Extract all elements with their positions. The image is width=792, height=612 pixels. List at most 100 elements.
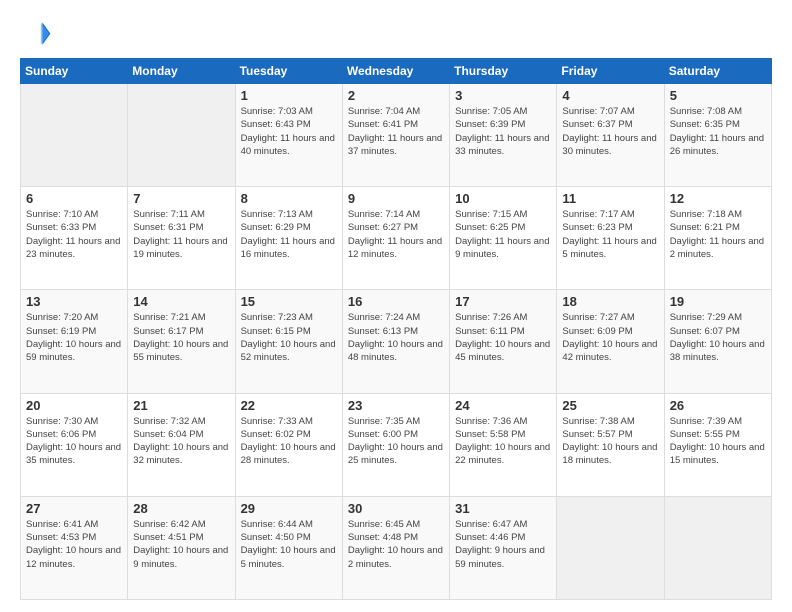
day-number: 26 xyxy=(670,398,766,413)
day-info: Sunrise: 7:13 AM Sunset: 6:29 PM Dayligh… xyxy=(241,208,337,261)
logo-icon xyxy=(20,16,52,48)
day-number: 24 xyxy=(455,398,551,413)
week-row-3: 13Sunrise: 7:20 AM Sunset: 6:19 PM Dayli… xyxy=(21,290,772,393)
day-info: Sunrise: 7:10 AM Sunset: 6:33 PM Dayligh… xyxy=(26,208,122,261)
day-number: 21 xyxy=(133,398,229,413)
day-number: 10 xyxy=(455,191,551,206)
calendar-cell: 9Sunrise: 7:14 AM Sunset: 6:27 PM Daylig… xyxy=(342,187,449,290)
day-info: Sunrise: 7:38 AM Sunset: 5:57 PM Dayligh… xyxy=(562,415,658,468)
day-info: Sunrise: 7:07 AM Sunset: 6:37 PM Dayligh… xyxy=(562,105,658,158)
day-number: 16 xyxy=(348,294,444,309)
calendar-cell: 12 Sunrise: 7:18 AM Sunset: 6:21 PM Dayli… xyxy=(664,187,771,290)
calendar-cell: 16 Sunrise: 7:24 AM Sunset: 6:13 PM Dayli… xyxy=(342,290,449,393)
calendar-cell: 23 Sunrise: 7:35 AM Sunset: 6:00 PM Dayli… xyxy=(342,393,449,496)
calendar-cell: 18 Sunrise: 7:27 AM Sunset: 6:09 PM Dayli… xyxy=(557,290,664,393)
calendar-cell: 15 Sunrise: 7:23 AM Sunset: 6:15 PM Dayli… xyxy=(235,290,342,393)
day-info: Sunrise: 6:47 AM Sunset: 4:46 PM Dayligh… xyxy=(455,518,551,571)
day-number: 7 xyxy=(133,191,229,206)
day-info: Sunrise: 7:26 AM Sunset: 6:11 PM Dayligh… xyxy=(455,311,551,364)
day-info: Sunrise: 7:21 AM Sunset: 6:17 PM Dayligh… xyxy=(133,311,229,364)
day-info: Sunrise: 7:08 AM Sunset: 6:35 PM Dayligh… xyxy=(670,105,766,158)
day-info: Sunrise: 6:44 AM Sunset: 4:50 PM Dayligh… xyxy=(241,518,337,571)
day-number: 23 xyxy=(348,398,444,413)
calendar-cell: 4 Sunrise: 7:07 AM Sunset: 6:37 PM Daylig… xyxy=(557,84,664,187)
calendar-cell: 6 Sunrise: 7:10 AM Sunset: 6:33 PM Daylig… xyxy=(21,187,128,290)
calendar-cell: 1Sunrise: 7:03 AM Sunset: 6:43 PM Daylig… xyxy=(235,84,342,187)
day-info: Sunrise: 7:24 AM Sunset: 6:13 PM Dayligh… xyxy=(348,311,444,364)
day-info: Sunrise: 7:30 AM Sunset: 6:06 PM Dayligh… xyxy=(26,415,122,468)
day-number: 22 xyxy=(241,398,337,413)
day-info: Sunrise: 7:32 AM Sunset: 6:04 PM Dayligh… xyxy=(133,415,229,468)
calendar-cell: 28 Sunrise: 6:42 AM Sunset: 4:51 PM Dayli… xyxy=(128,496,235,599)
calendar-cell: 2Sunrise: 7:04 AM Sunset: 6:41 PM Daylig… xyxy=(342,84,449,187)
weekday-header-sunday: Sunday xyxy=(21,59,128,84)
calendar-cell: 17 Sunrise: 7:26 AM Sunset: 6:11 PM Dayli… xyxy=(450,290,557,393)
calendar-table: SundayMondayTuesdayWednesdayThursdayFrid… xyxy=(20,58,772,600)
calendar-cell: 3Sunrise: 7:05 AM Sunset: 6:39 PM Daylig… xyxy=(450,84,557,187)
day-info: Sunrise: 7:36 AM Sunset: 5:58 PM Dayligh… xyxy=(455,415,551,468)
day-info: Sunrise: 6:42 AM Sunset: 4:51 PM Dayligh… xyxy=(133,518,229,571)
day-info: Sunrise: 7:39 AM Sunset: 5:55 PM Dayligh… xyxy=(670,415,766,468)
day-number: 3 xyxy=(455,88,551,103)
logo xyxy=(20,16,56,48)
day-number: 15 xyxy=(241,294,337,309)
day-info: Sunrise: 7:23 AM Sunset: 6:15 PM Dayligh… xyxy=(241,311,337,364)
day-info: Sunrise: 7:20 AM Sunset: 6:19 PM Dayligh… xyxy=(26,311,122,364)
day-number: 31 xyxy=(455,501,551,516)
calendar-cell: 31 Sunrise: 6:47 AM Sunset: 4:46 PM Dayli… xyxy=(450,496,557,599)
weekday-header-wednesday: Wednesday xyxy=(342,59,449,84)
weekday-header-row: SundayMondayTuesdayWednesdayThursdayFrid… xyxy=(21,59,772,84)
day-number: 29 xyxy=(241,501,337,516)
day-number: 12 xyxy=(670,191,766,206)
day-number: 6 xyxy=(26,191,122,206)
day-number: 25 xyxy=(562,398,658,413)
week-row-4: 20 Sunrise: 7:30 AM Sunset: 6:06 PM Dayli… xyxy=(21,393,772,496)
calendar-cell: 8 Sunrise: 7:13 AM Sunset: 6:29 PM Daylig… xyxy=(235,187,342,290)
day-number: 11 xyxy=(562,191,658,206)
day-info: Sunrise: 7:15 AM Sunset: 6:25 PM Dayligh… xyxy=(455,208,551,261)
calendar-cell: 20 Sunrise: 7:30 AM Sunset: 6:06 PM Dayli… xyxy=(21,393,128,496)
day-number: 2 xyxy=(348,88,444,103)
day-info: Sunrise: 6:45 AM Sunset: 4:48 PM Dayligh… xyxy=(348,518,444,571)
weekday-header-tuesday: Tuesday xyxy=(235,59,342,84)
calendar-cell: 29 Sunrise: 6:44 AM Sunset: 4:50 PM Dayli… xyxy=(235,496,342,599)
week-row-5: 27 Sunrise: 6:41 AM Sunset: 4:53 PM Dayli… xyxy=(21,496,772,599)
day-number: 20 xyxy=(26,398,122,413)
page: SundayMondayTuesdayWednesdayThursdayFrid… xyxy=(0,0,792,612)
weekday-header-thursday: Thursday xyxy=(450,59,557,84)
calendar-cell xyxy=(664,496,771,599)
day-info: Sunrise: 7:17 AM Sunset: 6:23 PM Dayligh… xyxy=(562,208,658,261)
day-number: 28 xyxy=(133,501,229,516)
header xyxy=(20,16,772,48)
calendar-cell: 22 Sunrise: 7:33 AM Sunset: 6:02 PM Dayli… xyxy=(235,393,342,496)
week-row-1: 1Sunrise: 7:03 AM Sunset: 6:43 PM Daylig… xyxy=(21,84,772,187)
calendar-cell: 26 Sunrise: 7:39 AM Sunset: 5:55 PM Dayli… xyxy=(664,393,771,496)
day-info: Sunrise: 7:18 AM Sunset: 6:21 PM Dayligh… xyxy=(670,208,766,261)
day-info: Sunrise: 7:33 AM Sunset: 6:02 PM Dayligh… xyxy=(241,415,337,468)
calendar-cell: 21 Sunrise: 7:32 AM Sunset: 6:04 PM Dayli… xyxy=(128,393,235,496)
calendar-cell xyxy=(557,496,664,599)
day-number: 27 xyxy=(26,501,122,516)
day-number: 8 xyxy=(241,191,337,206)
day-number: 17 xyxy=(455,294,551,309)
day-number: 5 xyxy=(670,88,766,103)
day-number: 14 xyxy=(133,294,229,309)
day-number: 4 xyxy=(562,88,658,103)
day-number: 1 xyxy=(241,88,337,103)
day-info: Sunrise: 7:11 AM Sunset: 6:31 PM Dayligh… xyxy=(133,208,229,261)
calendar-cell: 25 Sunrise: 7:38 AM Sunset: 5:57 PM Dayli… xyxy=(557,393,664,496)
weekday-header-monday: Monday xyxy=(128,59,235,84)
day-info: Sunrise: 7:35 AM Sunset: 6:00 PM Dayligh… xyxy=(348,415,444,468)
calendar-cell: 24 Sunrise: 7:36 AM Sunset: 5:58 PM Dayli… xyxy=(450,393,557,496)
day-number: 18 xyxy=(562,294,658,309)
calendar-cell xyxy=(21,84,128,187)
day-info: Sunrise: 7:27 AM Sunset: 6:09 PM Dayligh… xyxy=(562,311,658,364)
weekday-header-saturday: Saturday xyxy=(664,59,771,84)
weekday-header-friday: Friday xyxy=(557,59,664,84)
day-info: Sunrise: 7:29 AM Sunset: 6:07 PM Dayligh… xyxy=(670,311,766,364)
day-info: Sunrise: 7:14 AM Sunset: 6:27 PM Dayligh… xyxy=(348,208,444,261)
calendar-cell: 14 Sunrise: 7:21 AM Sunset: 6:17 PM Dayli… xyxy=(128,290,235,393)
calendar-cell: 10 Sunrise: 7:15 AM Sunset: 6:25 PM Dayli… xyxy=(450,187,557,290)
day-info: Sunrise: 6:41 AM Sunset: 4:53 PM Dayligh… xyxy=(26,518,122,571)
day-number: 30 xyxy=(348,501,444,516)
